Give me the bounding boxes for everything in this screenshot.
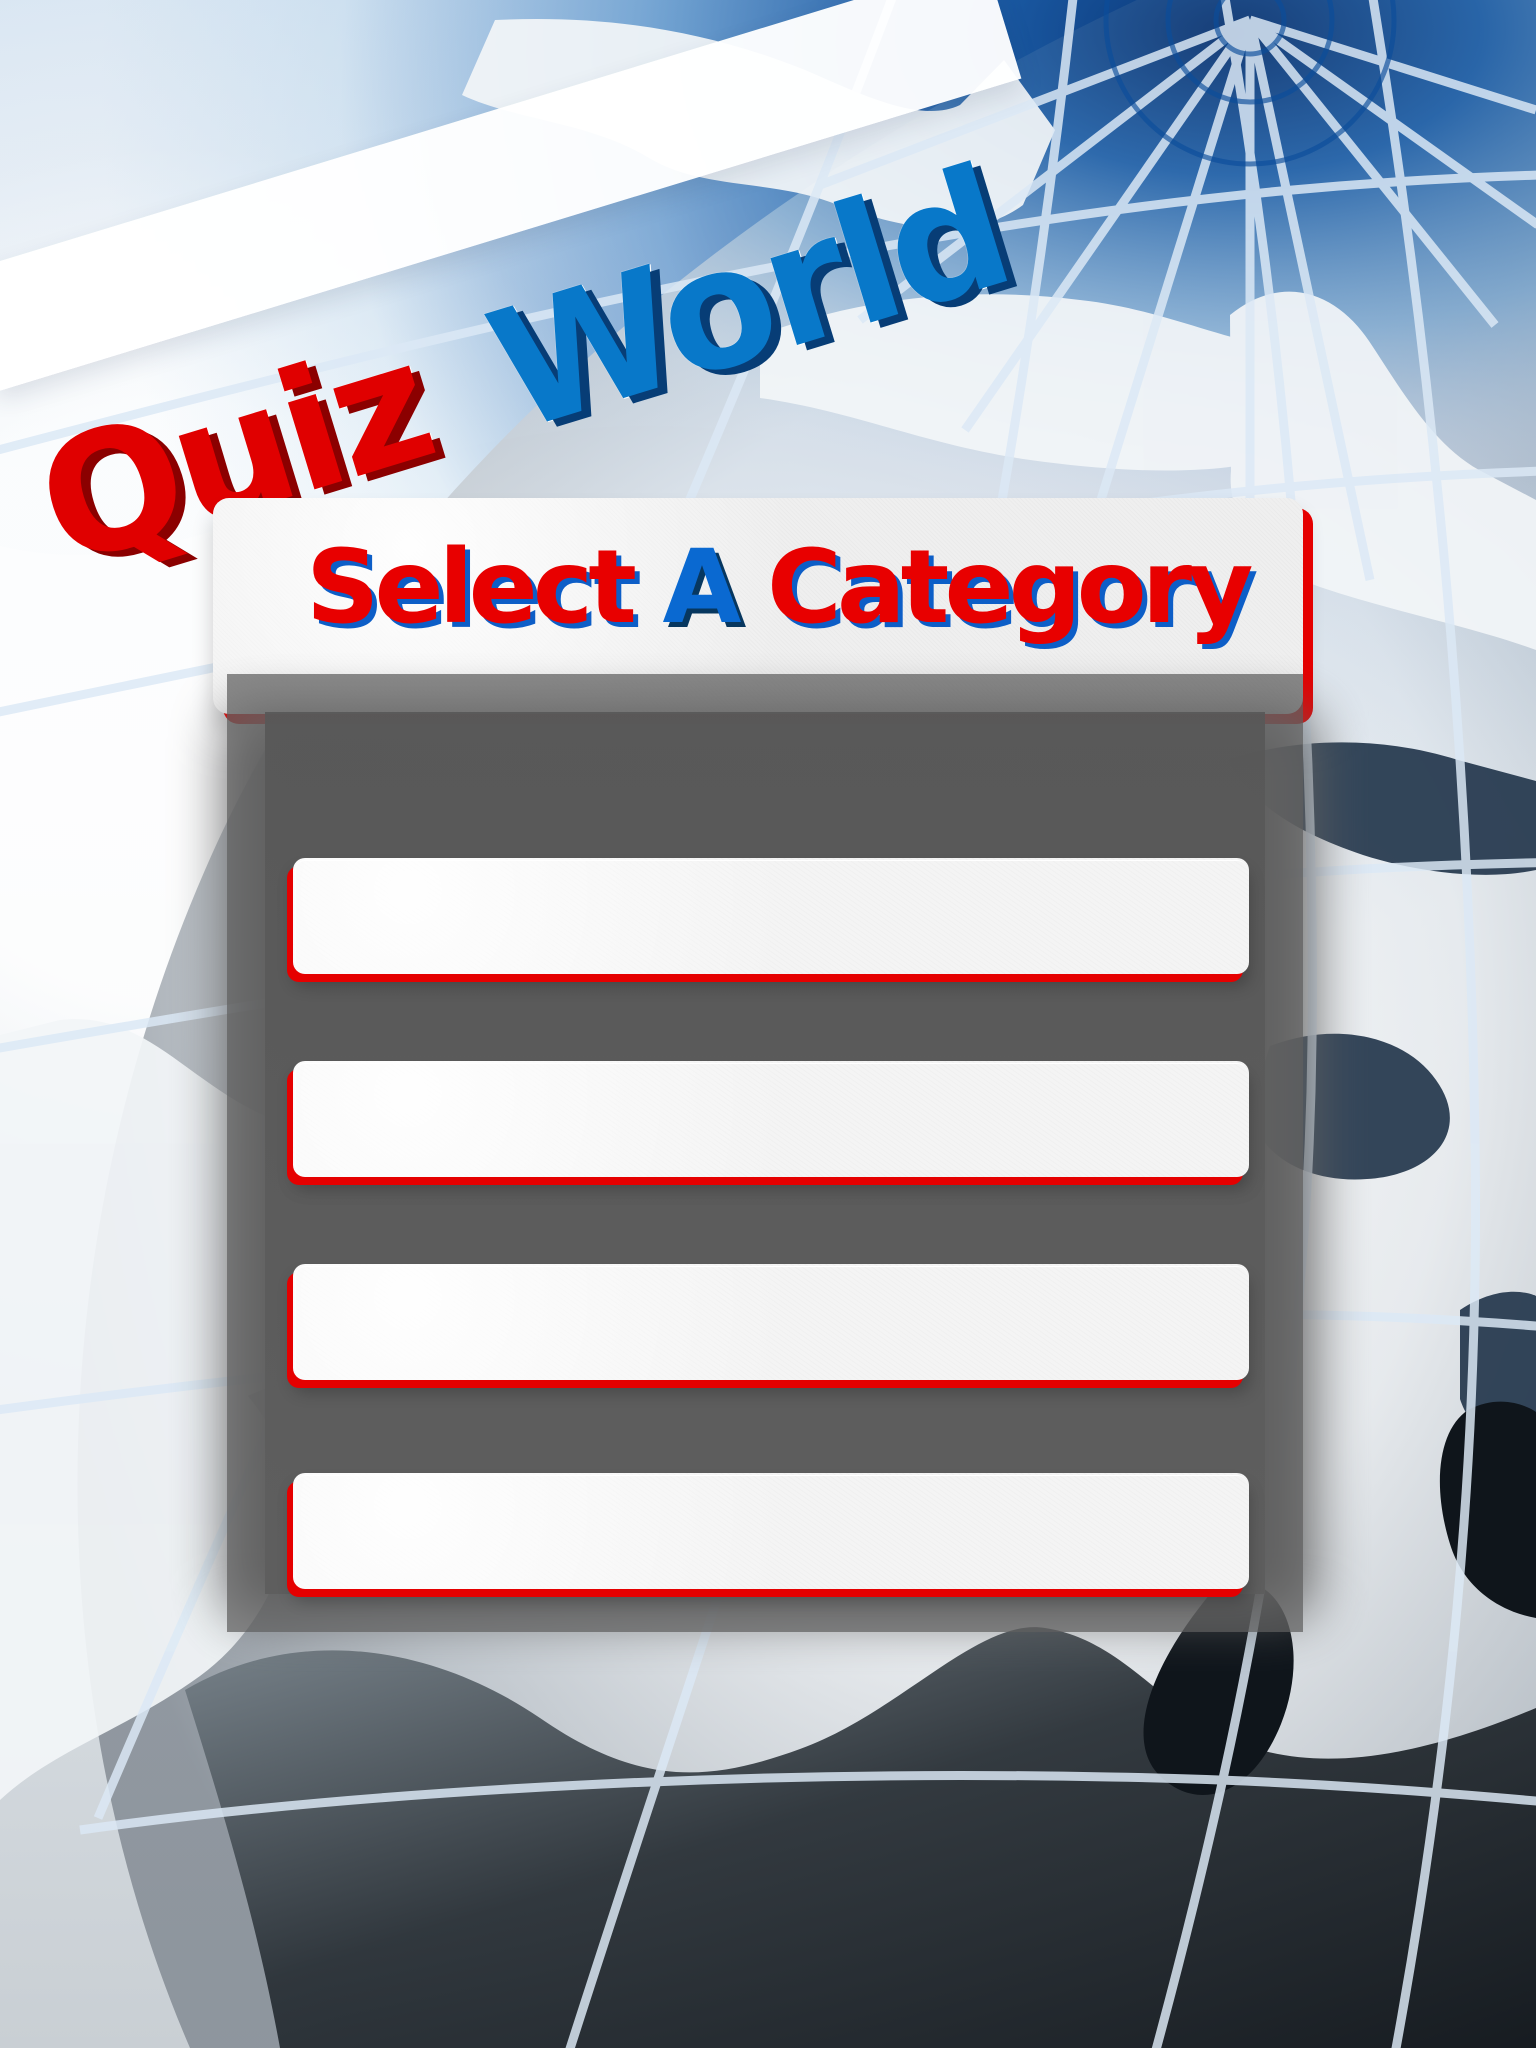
title-a-word: A	[662, 528, 742, 647]
page-title: Select A Category	[306, 537, 1254, 639]
quiz-world-screen: Quiz World Select A Category	[0, 0, 1536, 2048]
category-button-1[interactable]	[293, 858, 1249, 974]
title-category-word: Category	[767, 528, 1254, 647]
category-button-2[interactable]	[293, 1061, 1249, 1177]
category-button-4[interactable]	[293, 1473, 1249, 1589]
category-button-3[interactable]	[293, 1264, 1249, 1380]
title-select-word: Select	[306, 528, 637, 647]
category-header-card: Select A Category	[213, 498, 1303, 714]
